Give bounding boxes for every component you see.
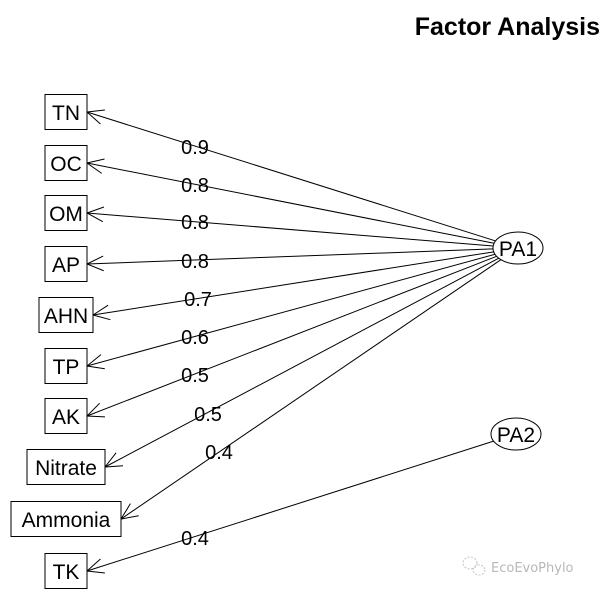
loading-label-AP: 0.8 — [181, 251, 209, 273]
observed-node-label: OC — [50, 153, 82, 176]
observed-variables-layer: TN OC OM AP AHN TP AK Nitrate Ammonia TK — [10, 94, 122, 589]
observed-node-TP: TP — [44, 348, 88, 384]
edge-labels-layer: 0.9 0.8 0.8 0.8 0.7 0.6 0.5 0.5 0.4 0.4 — [181, 137, 233, 550]
observed-node-label: Nitrate — [35, 457, 97, 480]
latent-node-label: PA2 — [497, 424, 535, 447]
observed-node-OM: OM — [44, 195, 88, 231]
loading-label-OC: 0.8 — [181, 175, 209, 197]
observed-node-label: AHN — [44, 305, 88, 328]
observed-node-AK: AK — [44, 398, 88, 434]
latent-node-label: PA1 — [499, 238, 537, 261]
loading-label-Nitrate: 0.5 — [194, 404, 222, 426]
loading-label-Ammonia: 0.4 — [205, 442, 233, 464]
observed-node-Ammonia: Ammonia — [10, 501, 122, 537]
observed-node-TN: TN — [44, 94, 88, 130]
observed-node-TK: TK — [44, 553, 88, 589]
diagram-title: Factor Analysis — [415, 13, 600, 41]
loading-edge-PA1-Ammonia — [120, 259, 502, 520]
observed-node-Nitrate: Nitrate — [26, 449, 106, 485]
wechat-icon — [462, 556, 486, 576]
watermark-text: EcoEvoPhylo — [491, 561, 574, 576]
observed-node-label: TN — [52, 102, 80, 125]
observed-node-label: AP — [52, 254, 80, 277]
observed-node-label: Ammonia — [22, 509, 111, 532]
loading-edge-PA1-OM — [86, 212, 494, 247]
latent-node-PA2: PA2 — [490, 417, 542, 451]
arrowhead-icon — [103, 452, 123, 468]
observed-node-label: OM — [49, 203, 83, 226]
loading-edge-PA1-AK — [86, 255, 497, 417]
latent-node-PA1: PA1 — [492, 231, 544, 265]
observed-node-label: TP — [53, 356, 80, 379]
loading-label-TN: 0.9 — [181, 137, 209, 159]
observed-node-label: TK — [53, 561, 80, 584]
loading-edge-PA1-Nitrate — [104, 257, 499, 468]
loading-label-OM: 0.8 — [181, 212, 209, 234]
loading-label-AHN: 0.7 — [184, 289, 212, 311]
latent-factors-layer: PA1 PA2 — [490, 231, 544, 451]
observed-node-label: AK — [52, 406, 80, 429]
edges-layer — [85, 109, 502, 574]
loading-label-AK: 0.5 — [181, 365, 209, 387]
loading-label-TK: 0.4 — [181, 528, 209, 550]
observed-node-OC: OC — [44, 145, 88, 181]
observed-node-AHN: AHN — [38, 297, 94, 333]
factor-analysis-diagram: Factor Analysis 0.9 0.8 0.8 0.8 0.7 0.6 0.5 0.5… — [10, 13, 600, 589]
loading-edge-PA1-OC — [86, 162, 495, 244]
loading-edge-PA1-TP — [86, 253, 496, 367]
loading-edge-PA2-TK — [86, 440, 494, 572]
observed-node-AP: AP — [44, 246, 88, 282]
loading-edge-PA1-TN — [86, 111, 496, 242]
watermark: EcoEvoPhylo — [462, 556, 574, 576]
loading-label-TP: 0.6 — [181, 327, 209, 349]
